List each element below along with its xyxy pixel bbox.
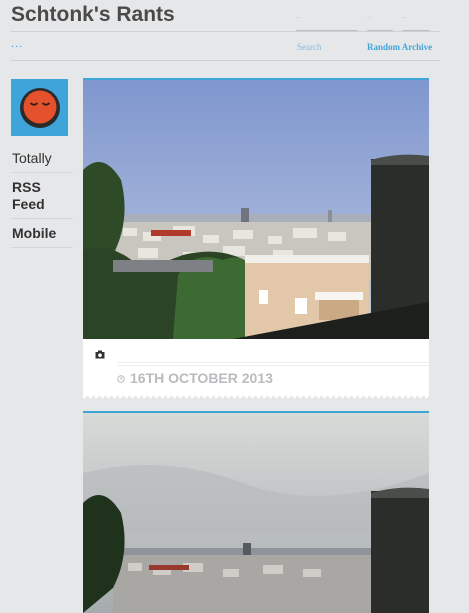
post-date[interactable]: 16TH OCTOBER 2013 <box>130 370 273 386</box>
meta-divider <box>117 362 429 363</box>
nav-divider <box>11 60 440 61</box>
clock-icon <box>117 375 125 383</box>
post-bottom-edge <box>83 396 429 398</box>
search-link[interactable]: Search <box>297 42 322 52</box>
search-input[interactable]: ... <box>296 12 358 31</box>
sidebar-link-feed[interactable]: Feed <box>11 195 73 219</box>
avatar[interactable] <box>11 79 68 136</box>
random-archive-link[interactable]: Random Archive <box>367 42 432 52</box>
sleepy-face-icon <box>20 88 60 128</box>
title-divider <box>11 31 440 32</box>
meta-divider <box>117 365 429 366</box>
city-photo[interactable] <box>83 413 429 613</box>
city-photo[interactable] <box>83 80 429 339</box>
sidebar-link-mobile[interactable]: Mobile <box>11 219 73 248</box>
description-dots: ... <box>11 38 24 50</box>
sidebar-link-totally[interactable]: Totally <box>11 148 73 173</box>
sidebar-link-rss[interactable]: RSS <box>11 173 73 195</box>
filter-field[interactable]: ... <box>367 12 393 31</box>
post-meta: 16TH OCTOBER 2013 <box>83 339 429 393</box>
photo-post: 16TH OCTOBER 2013 <box>83 78 429 398</box>
photo-post <box>83 411 429 613</box>
sidebar-links: Totally RSS Feed Mobile <box>11 148 73 248</box>
blog-title[interactable]: Schtonk's Rants <box>11 3 175 27</box>
camera-icon[interactable] <box>95 350 105 359</box>
filter-field-2[interactable]: ... <box>402 12 430 31</box>
